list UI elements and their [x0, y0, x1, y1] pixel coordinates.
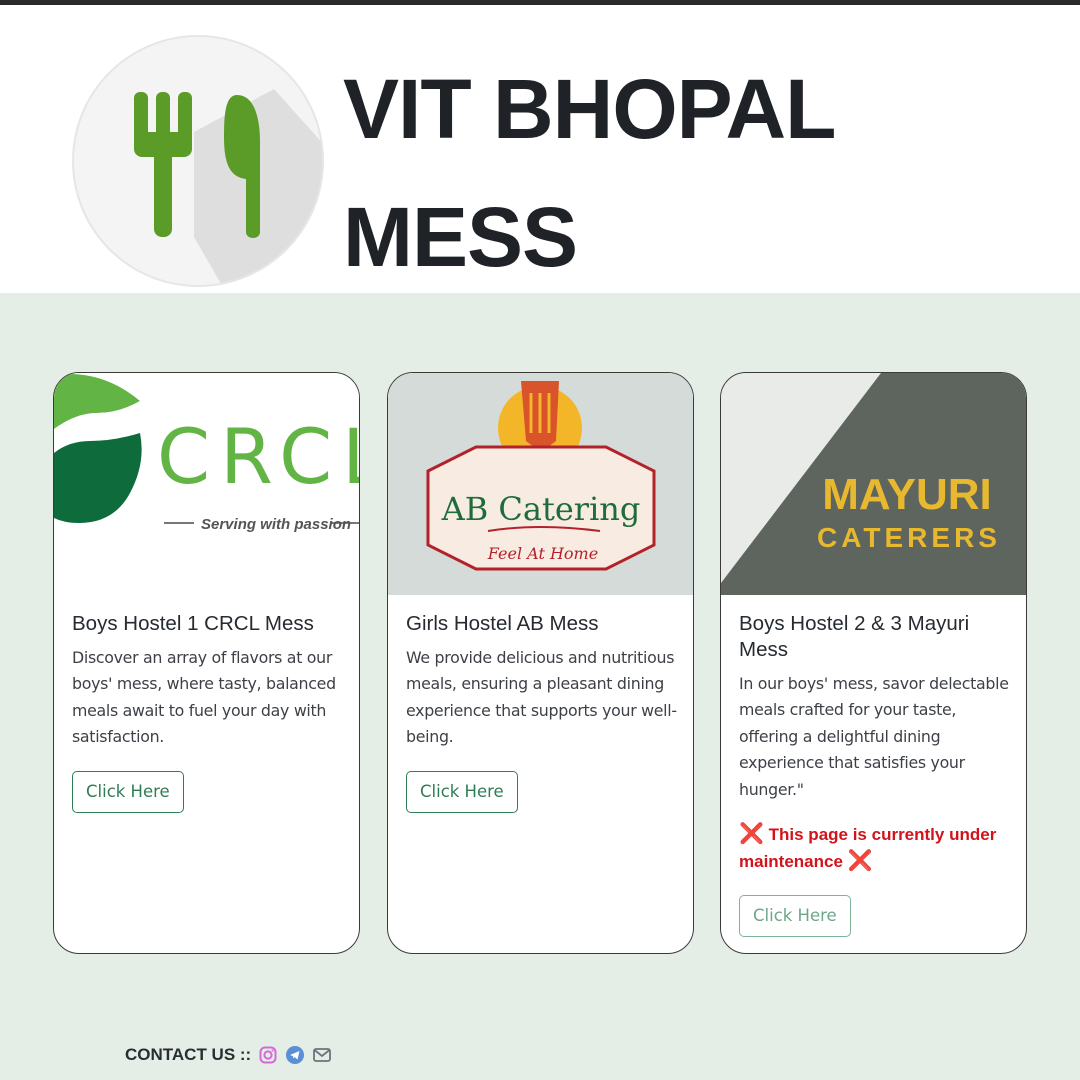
mail-icon[interactable]: [312, 1045, 332, 1065]
card-body: Girls Hostel AB Mess We provide deliciou…: [406, 611, 677, 813]
crcl-logo-image: CRCL Serving with passion: [54, 373, 359, 595]
contact-label: CONTACT US ::: [125, 1045, 252, 1064]
svg-text:Serving with passion: Serving with passion: [201, 516, 351, 533]
card-description: Discover an array of flavors at our boys…: [72, 648, 336, 747]
ab-catering-image: AB Catering Feel At Home: [388, 373, 693, 595]
mess-card-mayuri: MAYURI CATERERS Boys Hostel 2 & 3 Mayuri…: [720, 372, 1027, 954]
card-title: Boys Hostel 2 & 3 Mayuri Mess: [739, 612, 970, 661]
fork-knife-icon: [134, 89, 322, 285]
cross-mark-icon: ❌: [739, 823, 764, 846]
instagram-icon[interactable]: [258, 1045, 278, 1065]
click-here-button[interactable]: Click Here: [739, 895, 851, 938]
site-title-line1: VIT BHOPAL: [343, 62, 836, 156]
site-title-line2: MESS: [343, 190, 578, 284]
mess-card-ab: AB Catering Feel At Home Girls Hostel AB…: [387, 372, 694, 954]
svg-text:AB Catering: AB Catering: [441, 490, 641, 528]
cross-mark-icon: ❌: [847, 850, 873, 873]
telegram-icon[interactable]: [285, 1045, 305, 1065]
card-description: We provide delicious and nutritious meal…: [406, 648, 677, 747]
svg-text:CRCL: CRCL: [157, 412, 359, 501]
card-body: Boys Hostel 1 CRCL Mess Discover an arra…: [72, 611, 343, 813]
card-body: Boys Hostel 2 & 3 Mayuri Mess In our boy…: [739, 611, 1010, 938]
click-here-button[interactable]: Click Here: [72, 770, 184, 813]
card-title: Girls Hostel AB Mess: [406, 612, 599, 635]
mayuri-caterers-image: MAYURI CATERERS: [721, 373, 1026, 595]
contact-footer: CONTACT US ::: [125, 1045, 332, 1065]
site-logo: [72, 35, 324, 287]
svg-text:MAYURI: MAYURI: [822, 470, 992, 519]
svg-text:CATERERS: CATERERS: [817, 522, 1001, 553]
card-title: Boys Hostel 1 CRCL Mess: [72, 612, 314, 635]
maintenance-warning: ❌ This page is currently under maintenan…: [739, 821, 1010, 875]
click-here-button[interactable]: Click Here: [406, 770, 518, 813]
card-description: In our boys' mess, savor delectable meal…: [739, 674, 1009, 799]
page-header: VIT BHOPAL MESS: [0, 5, 1080, 293]
svg-text:Feel At Home: Feel At Home: [487, 544, 598, 563]
site-title: VIT BHOPAL MESS: [343, 45, 983, 301]
mess-card-crcl: CRCL Serving with passion Boys Hostel 1 …: [53, 372, 360, 954]
